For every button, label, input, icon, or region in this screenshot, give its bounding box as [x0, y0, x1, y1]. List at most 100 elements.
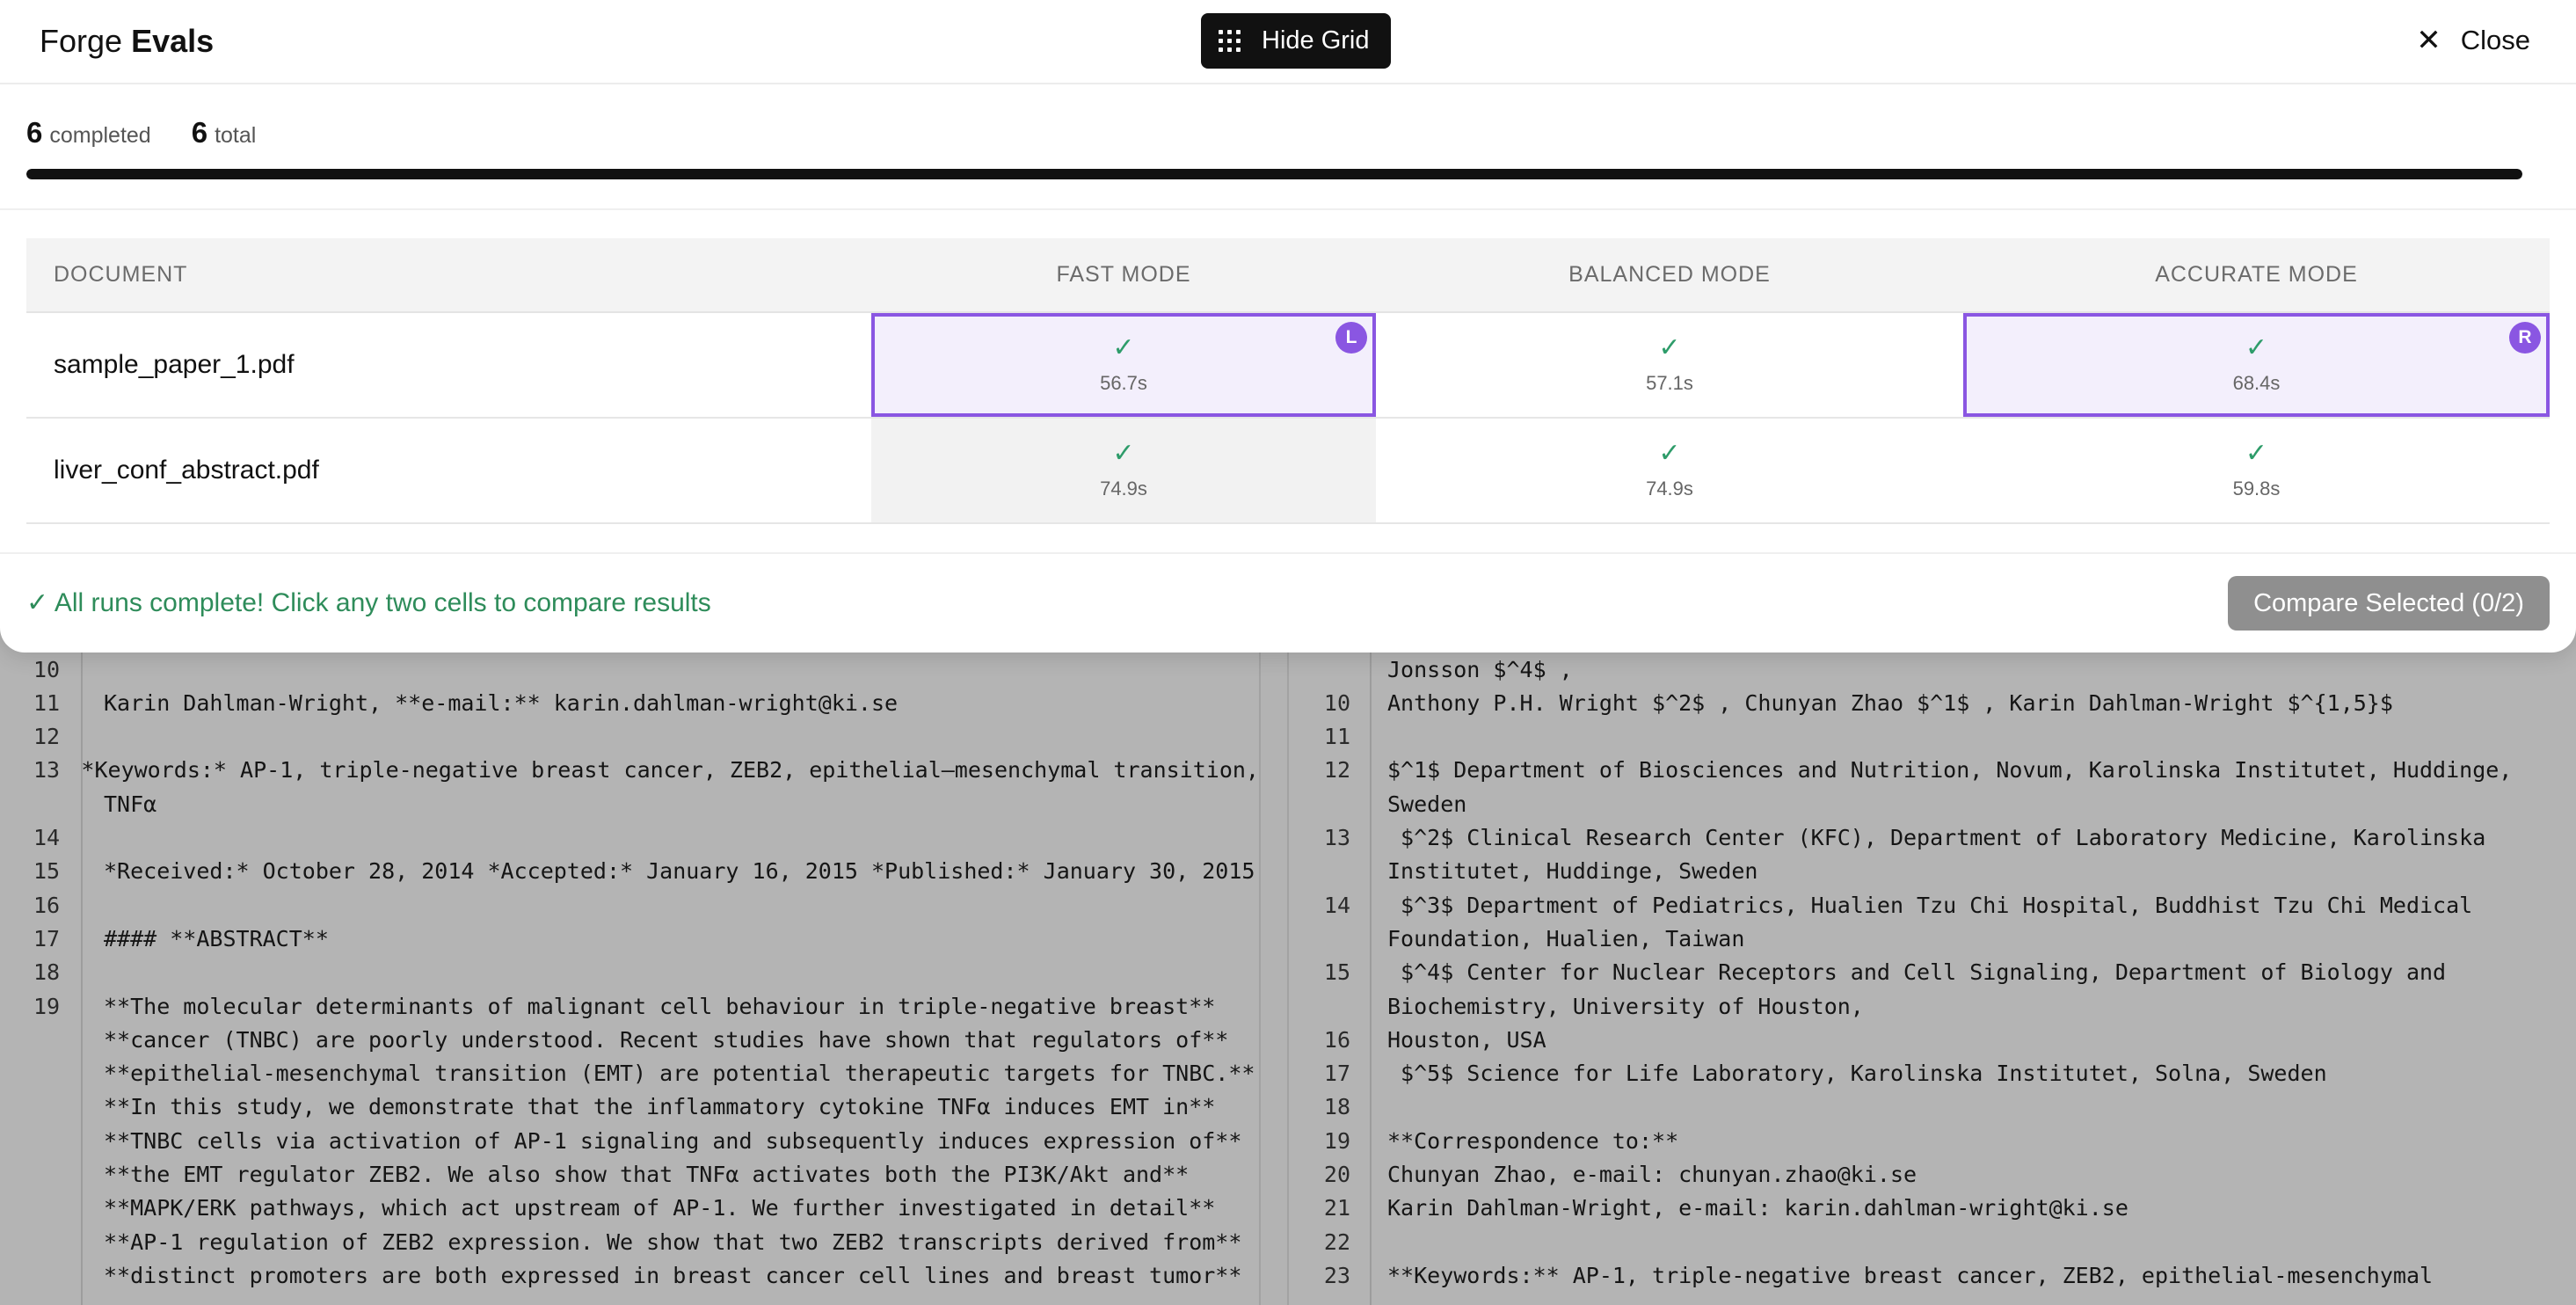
duration: 57.1s — [1646, 372, 1693, 394]
completed-count: 6 — [26, 116, 43, 149]
diff-line: **TNBC cells via activation of AP-1 sign… — [0, 1124, 1259, 1157]
duration: 56.7s — [1100, 372, 1147, 394]
line-number: 13 — [33, 757, 61, 784]
total-label: total — [215, 123, 257, 148]
result-cell-fast[interactable]: L ✓ 56.7s — [871, 313, 1376, 417]
duration: 68.4s — [2232, 372, 2281, 394]
line-number: 18 — [33, 959, 61, 986]
result-cell-balanced[interactable]: ✓ 57.1s — [1376, 313, 1963, 417]
line-number: 12 — [33, 724, 61, 750]
diff-line: 10 — [0, 652, 1259, 686]
check-icon: ✓ — [1112, 332, 1135, 363]
hide-grid-label: Hide Grid — [1262, 26, 1370, 55]
result-cell-balanced[interactable]: ✓ 74.9s — [1376, 419, 1963, 522]
line-number: 11 — [1323, 724, 1350, 750]
result-cell-accurate[interactable]: ✓ 59.8s — [1963, 419, 2550, 522]
diff-pane-right[interactable]: Jonsson $^4$ , 10 Anthony P.H. Wright $^2$… — [1287, 647, 2576, 1305]
line-number: 18 — [1323, 1094, 1350, 1120]
col-header-balanced: BALANCED MODE — [1568, 262, 1771, 287]
result-cell-accurate[interactable]: R ✓ 68.4s — [1963, 313, 2550, 417]
line-text: Jonsson $^4$ , — [1387, 656, 1573, 682]
results-table: DOCUMENT FAST MODE BALANCED MODE ACCURAT… — [26, 238, 2550, 524]
line-text: $^1$ Department of Biosciences and Nutri… — [1387, 757, 2513, 784]
diff-line: **In this study, we demonstrate that the… — [0, 1090, 1259, 1124]
diff-line: Sweden — [1289, 787, 2576, 820]
line-number: 16 — [1323, 1026, 1350, 1053]
brand-light: Forge — [40, 23, 123, 59]
line-text: **The molecular determinants of malignan… — [104, 993, 1216, 1019]
line-text: Institutet, Huddinge, Sweden — [1387, 858, 1758, 885]
progress-fill — [26, 169, 2522, 179]
diff-line: 20 Chunyan Zhao, e-mail: chunyan.zhao@ki.… — [1289, 1158, 2576, 1192]
line-text: **AP-1 regulation of ZEB2 expression. We… — [104, 1228, 1242, 1255]
check-icon: ✓ — [1658, 438, 1681, 469]
table-row: sample_paper_1.pdf L ✓ 56.7s ✓ 57.1s R ✓… — [26, 313, 2550, 419]
line-text: Biochemistry, University of Houston, — [1387, 993, 1864, 1019]
brand-bold: Evals — [131, 23, 215, 59]
diff-line: **epithelial-mesenchymal transition (EMT… — [0, 1057, 1259, 1090]
line-text: Sweden — [1387, 791, 1467, 817]
line-number: 15 — [33, 858, 61, 885]
diff-line: 23 **Keywords:** AP-1, triple-negative br… — [1289, 1258, 2576, 1292]
diff-line: 10 Anthony P.H. Wright $^2$ , Chunyan Zha… — [1289, 686, 2576, 719]
duration: 74.9s — [1100, 478, 1147, 499]
selection-badge-right: R — [2509, 322, 2541, 354]
diff-line: 17 $^5$ Science for Life Laboratory, Kar… — [1289, 1057, 2576, 1090]
duration: 74.9s — [1646, 478, 1693, 499]
line-text: **epithelial-mesenchymal transition (EMT… — [104, 1061, 1255, 1087]
line-text: Foundation, Hualien, Taiwan — [1387, 925, 1745, 951]
line-text: **Correspondence to:** — [1387, 1127, 1679, 1154]
check-icon: ✓ — [2245, 438, 2268, 469]
line-text: $^4$ Center for Nuclear Receptors and Ce… — [1387, 959, 2447, 986]
diff-line: 19 **Correspondence to:** — [1289, 1124, 2576, 1157]
line-text: Chunyan Zhao, e-mail: chunyan.zhao@ki.se — [1387, 1162, 1917, 1187]
diff-line: Biochemistry, University of Houston, — [1289, 989, 2576, 1023]
line-text: Anthony P.H. Wright $^2$ , Chunyan Zhao … — [1387, 689, 2393, 716]
line-number: 12 — [1323, 757, 1350, 784]
col-header-document: DOCUMENT — [54, 262, 188, 287]
diff-line: 12 — [0, 720, 1259, 754]
diff-line: Foundation, Hualien, Taiwan — [1289, 922, 2576, 955]
hide-grid-button[interactable]: Hide Grid — [1201, 13, 1391, 69]
diff-line: 21 Karin Dahlman-Wright, e-mail: karin.da… — [1289, 1192, 2576, 1225]
line-text: Houston, USA — [1387, 1026, 1546, 1053]
line-number: 16 — [33, 892, 61, 918]
progress-bar — [26, 169, 2522, 179]
line-number: 20 — [1323, 1162, 1350, 1187]
diff-pane-left[interactable]: 10 11 Karin Dahlman-Wright, **e-mail:** ka… — [0, 647, 1261, 1305]
document-name: sample_paper_1.pdf — [54, 350, 295, 379]
line-number: 15 — [1323, 959, 1350, 986]
line-text: #### **ABSTRACT** — [104, 925, 329, 951]
line-number: 17 — [33, 925, 61, 951]
close-button[interactable]: ✕ Close — [2416, 23, 2530, 58]
line-text: $^5$ Science for Life Laboratory, Karoli… — [1387, 1061, 2327, 1087]
duration: 59.8s — [2232, 478, 2281, 499]
line-number: 11 — [33, 689, 61, 716]
line-number: 13 — [1323, 825, 1350, 850]
table-header: DOCUMENT FAST MODE BALANCED MODE ACCURAT… — [26, 238, 2550, 313]
diff-line: 12 $^1$ Department of Biosciences and Nut… — [1289, 754, 2576, 787]
line-number: 19 — [33, 993, 61, 1019]
line-text: **the EMT regulator ZEB2. We also show t… — [104, 1162, 1190, 1187]
line-text: *Keywords:* AP-1, triple-negative breast… — [81, 757, 1259, 784]
check-icon: ✓ — [2245, 332, 2268, 363]
compare-selected-button[interactable]: Compare Selected (0/2) — [2228, 576, 2550, 631]
diff-line: **MAPK/ERK pathways, which act upstream … — [0, 1192, 1259, 1225]
diff-line: 15 $^4$ Center for Nuclear Receptors and… — [1289, 956, 2576, 989]
line-text: $^2$ Clinical Research Center (KFC), Dep… — [1387, 825, 2486, 850]
diff-line: 13 $^2$ Clinical Research Center (KFC), … — [1289, 821, 2576, 855]
line-number: 19 — [1323, 1127, 1350, 1154]
divider — [0, 552, 2576, 554]
diff-line: 18 — [1289, 1090, 2576, 1124]
line-number: 21 — [1323, 1195, 1350, 1221]
diff-line: TNFα — [0, 787, 1259, 820]
line-text: TNFα — [104, 791, 157, 817]
result-cell-fast[interactable]: ✓ 74.9s — [871, 419, 1376, 522]
line-number: 14 — [33, 825, 61, 850]
check-icon: ✓ — [1658, 332, 1681, 363]
diff-line: 22 — [1289, 1225, 2576, 1258]
app-brand: Forge Evals — [40, 23, 214, 60]
diff-line: 19 **The molecular determinants of malign… — [0, 989, 1259, 1023]
diff-line: Institutet, Huddinge, Sweden — [1289, 855, 2576, 888]
modal-header: Forge Evals Hide Grid ✕ Close — [0, 0, 2576, 84]
